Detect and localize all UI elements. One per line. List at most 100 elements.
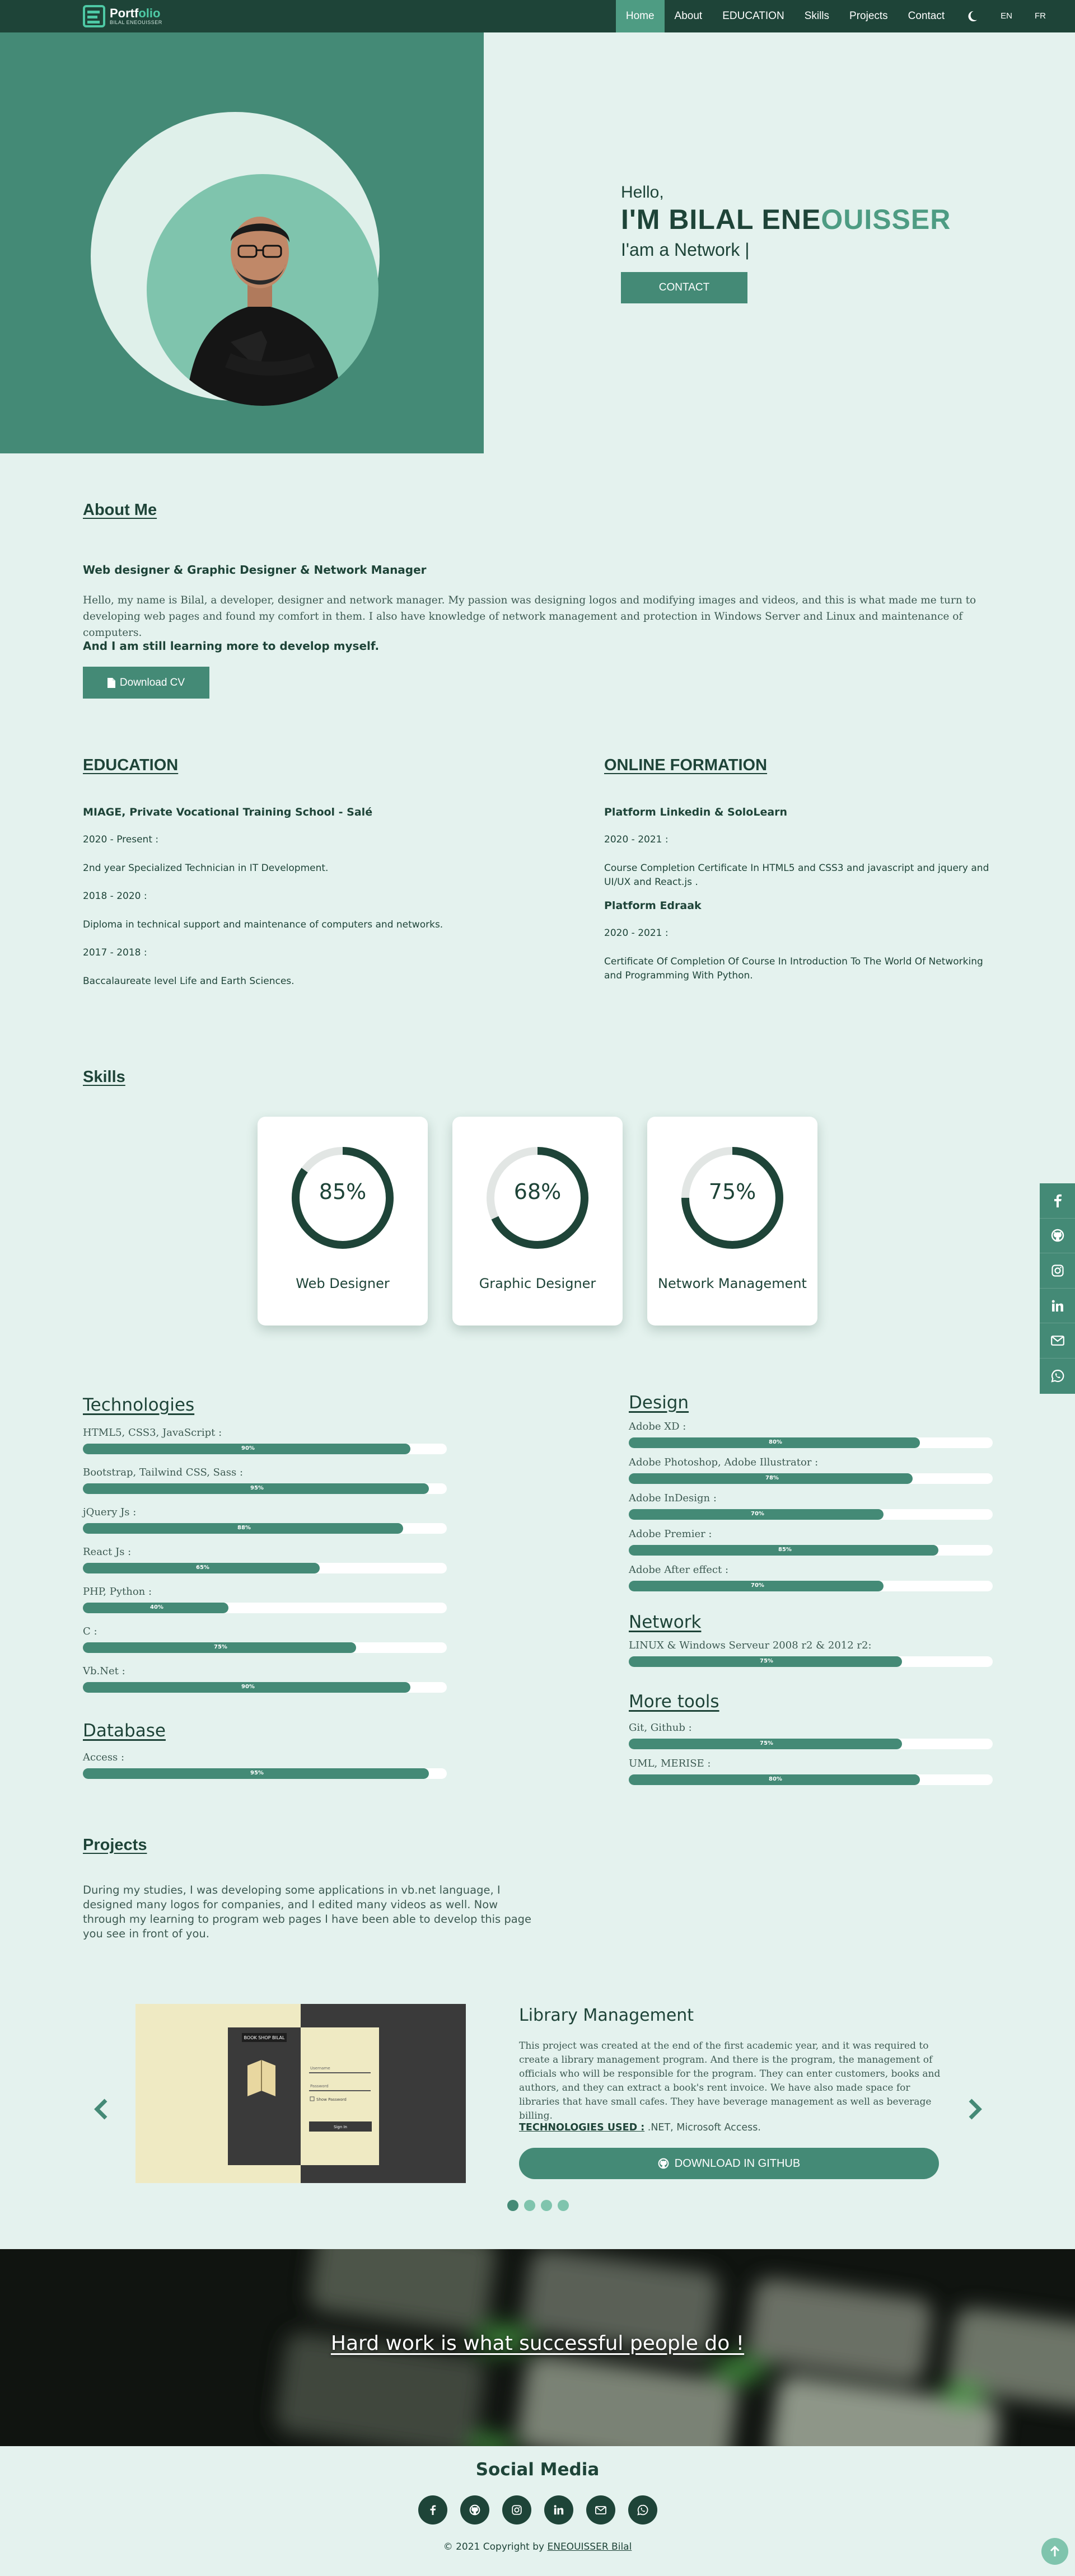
skill-bar-value: 75% (760, 1740, 773, 1746)
carousel-dot[interactable] (541, 2200, 552, 2211)
project-screenshot: BOOK SHOP BILAL Username Password Show P… (135, 2004, 466, 2183)
lang-en[interactable]: EN (989, 0, 1023, 32)
download-github-button[interactable]: DOWNLOAD IN GITHUB (519, 2148, 939, 2179)
skill-bar-label: Git, Github : (629, 1722, 692, 1734)
logo-subtitle: BILAL ENEOUISSER (110, 20, 162, 25)
skill-bar-track: 95% (83, 1768, 447, 1779)
skill-bar-track: 40% (83, 1603, 447, 1613)
skill-bar-fill: 70% (629, 1509, 884, 1520)
skill-bar-fill: 78% (629, 1473, 913, 1484)
skill-bar-track: 80% (629, 1774, 993, 1785)
skill-bar-track: 90% (83, 1682, 447, 1693)
platform-detail: Certificate Of Completion Of Course In I… (604, 956, 983, 981)
about-heading: About Me (83, 501, 157, 519)
hero-photo-panel (0, 32, 484, 453)
skill-bar-value: 40% (150, 1604, 163, 1610)
skill-bar-label: UML, MERISE : (629, 1758, 711, 1769)
nav-education[interactable]: EDUCATION (712, 0, 794, 32)
skill-bar-label: Access : (83, 1751, 125, 1763)
skill-bar-label: HTML5, CSS3, JavaScript : (83, 1427, 222, 1439)
skill-bar-track: 80% (629, 1437, 993, 1448)
skill-bar-track: 75% (629, 1739, 993, 1749)
skill-bar-value: 80% (769, 1776, 782, 1782)
contact-button[interactable]: CONTACT (621, 272, 747, 303)
nav-about[interactable]: About (665, 0, 713, 32)
skill-bar-value: 75% (760, 1658, 773, 1664)
whatsapp-icon[interactable] (628, 2495, 657, 2525)
skill-bar-label: Bootstrap, Tailwind CSS, Sass : (83, 1467, 244, 1478)
carousel-dot[interactable] (558, 2200, 569, 2211)
projects-intro: During my studies, I was developing some… (83, 1884, 532, 1940)
more-tools-heading: More tools (629, 1692, 719, 1712)
skill-bar-value: 90% (241, 1684, 255, 1690)
skills-heading: Skills (83, 1068, 125, 1086)
quote-banner: Hard work is what successful people do ! (0, 2249, 1075, 2446)
hero-greeting: Hello, (621, 183, 664, 202)
side-social-bar (1040, 1183, 1075, 1394)
platform-name: Platform Linkedin & SoloLearn (604, 806, 788, 818)
skill-bar-fill: 80% (629, 1437, 920, 1448)
download-cv-label: Download CV (119, 676, 185, 689)
project-technologies: TECHNOLOGIES USED : .NET, Microsoft Acce… (519, 2122, 761, 2133)
skill-bar-track: 78% (629, 1473, 993, 1484)
hero-name: I'M BILAL ENEOUISSER (621, 204, 951, 235)
carousel-prev-icon[interactable] (92, 2098, 109, 2123)
skill-bar-fill: 95% (83, 1483, 429, 1494)
education-period: 2017 - 2018 : (83, 947, 147, 958)
carousel-dot[interactable] (524, 2200, 535, 2211)
linkedin-icon[interactable] (544, 2495, 573, 2525)
copyright-link[interactable]: ENEOUISSER Bilal (547, 2541, 632, 2552)
nav-home[interactable]: Home (615, 0, 665, 32)
scroll-to-top-button[interactable] (1041, 2538, 1068, 2565)
carousel-dot[interactable] (507, 2200, 518, 2211)
social-media-title: Social Media (475, 2460, 600, 2480)
carousel-next-icon[interactable] (967, 2098, 984, 2123)
skill-card: 85% Web Designer (258, 1117, 428, 1326)
logo[interactable]: Portfolio BILAL ENEOUISSER (83, 3, 162, 29)
email-icon[interactable] (1040, 1323, 1075, 1359)
skill-bar-value: 88% (237, 1525, 251, 1531)
skill-bar-track: 88% (83, 1523, 447, 1534)
skill-bar-track: 85% (629, 1545, 993, 1556)
online-formation-heading: ONLINE FORMATION (604, 756, 768, 774)
facebook-icon[interactable] (1040, 1183, 1075, 1219)
platform-name: Platform Edraak (604, 900, 702, 912)
education-list: MIAGE, Private Vocational Training Schoo… (83, 806, 486, 989)
email-icon[interactable] (586, 2495, 615, 2525)
github-icon (658, 2158, 669, 2169)
projects-heading: Projects (83, 1836, 147, 1854)
project-title: Library Management (519, 2006, 694, 2025)
instagram-icon[interactable] (502, 2495, 531, 2525)
skill-name: Graphic Designer (479, 1276, 596, 1291)
skill-bar-fill: 40% (83, 1603, 228, 1613)
github-icon[interactable] (1040, 1219, 1075, 1254)
instagram-icon[interactable] (1040, 1253, 1075, 1289)
skill-bar-label: Adobe XD : (629, 1421, 686, 1432)
skill-bar-fill: 65% (83, 1563, 320, 1573)
footer-social-icons (418, 2495, 657, 2525)
facebook-icon[interactable] (418, 2495, 447, 2525)
nav-contact[interactable]: Contact (898, 0, 955, 32)
skill-bar-label: C : (83, 1626, 97, 1637)
skill-bar-track: 70% (629, 1509, 993, 1520)
education-period: 2020 - Present : (83, 834, 159, 845)
skill-bar-label: Adobe Premier : (629, 1528, 712, 1540)
logo-mark-icon (83, 5, 105, 27)
github-icon[interactable] (460, 2495, 489, 2525)
skill-bar-track: 75% (629, 1656, 993, 1667)
linkedin-icon[interactable] (1040, 1289, 1075, 1324)
moon-icon[interactable] (955, 0, 989, 32)
file-icon (107, 677, 115, 688)
skill-card: 75% Network Management (647, 1117, 817, 1326)
skill-bar-fill: 75% (629, 1739, 902, 1749)
screenshot-show-password-label: Show Password (316, 2097, 347, 2102)
about-subtitle: Web designer & Graphic Designer & Networ… (83, 563, 427, 577)
download-cv-button[interactable]: Download CV (83, 667, 209, 699)
nav-projects[interactable]: Projects (839, 0, 898, 32)
whatsapp-icon[interactable] (1040, 1359, 1075, 1394)
hero-typed-text: I'am a Network | (621, 240, 750, 260)
skill-name: Network Management (658, 1276, 807, 1291)
nav-skills[interactable]: Skills (794, 0, 839, 32)
skill-percent: 68% (513, 1179, 562, 1204)
lang-fr[interactable]: FR (1023, 0, 1075, 32)
